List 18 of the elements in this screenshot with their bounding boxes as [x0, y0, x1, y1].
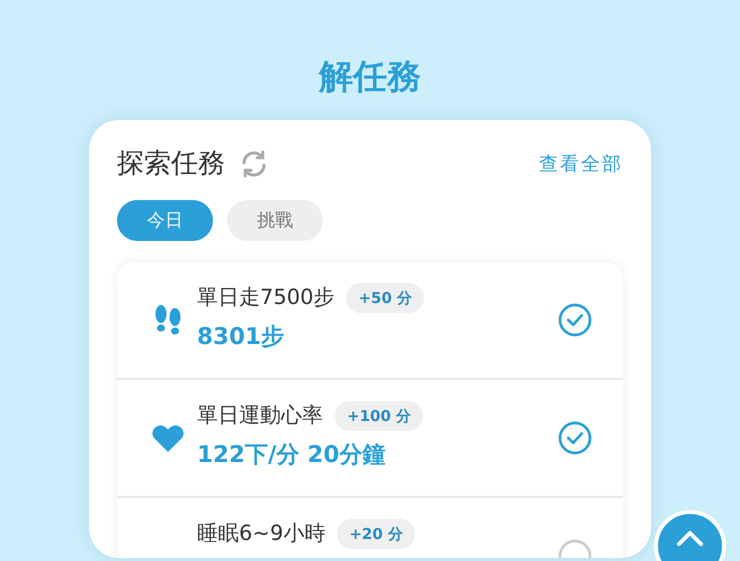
task-name: 單日運動心率 — [197, 402, 323, 429]
points-badge: +100 分 — [335, 400, 424, 431]
chevron-up-icon — [675, 528, 705, 548]
card-title: 探索任務 — [117, 147, 225, 181]
task-name: 單日走7500步 — [197, 284, 334, 311]
task-row[interactable]: 睡眠6~9小時 +20 分 — [117, 498, 623, 558]
task-row[interactable]: 單日運動心率 +100 分 122下/分 20分鐘 — [117, 380, 623, 498]
page-title: 解任務 — [319, 56, 421, 99]
points-badge: +20 分 — [337, 518, 415, 549]
footprints-icon — [153, 303, 183, 337]
scroll-top-button[interactable] — [654, 510, 726, 561]
task-progress: 122下/分 20分鐘 — [197, 440, 386, 470]
points-badge: +50 分 — [346, 282, 424, 313]
task-progress: 8301步 — [197, 322, 286, 352]
filter-tab[interactable]: 挑戰 — [227, 200, 323, 241]
task-name: 睡眠6~9小時 — [197, 520, 326, 547]
task-row[interactable]: 單日走7500步 +50 分 8301步 — [117, 262, 623, 380]
heart-icon — [152, 424, 184, 452]
